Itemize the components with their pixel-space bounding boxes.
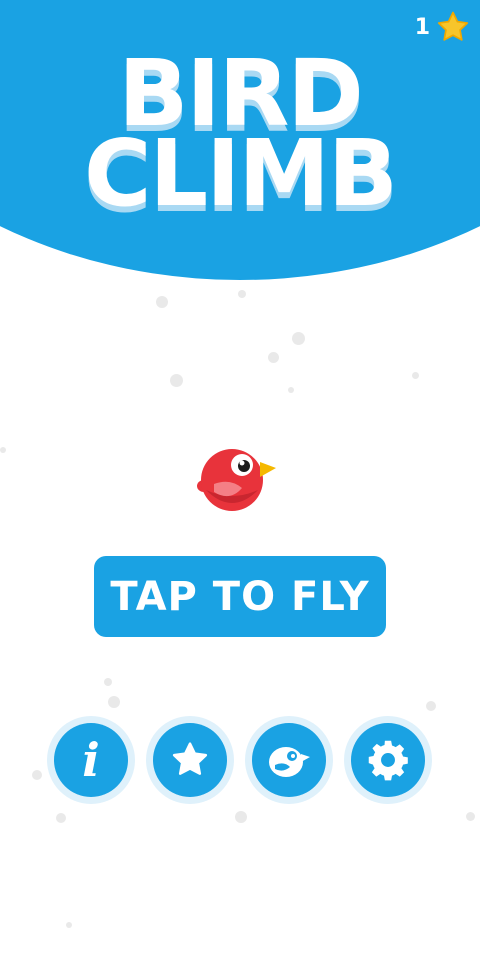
particle: [292, 332, 305, 345]
bird-character-icon: [196, 444, 280, 516]
star-icon: [172, 742, 208, 775]
info-icon: i: [82, 733, 100, 787]
particle: [238, 290, 246, 298]
info-button[interactable]: i: [47, 716, 135, 804]
particle: [412, 372, 419, 379]
game-screen: 1 BIRD CLIMB TAP TO FLY i: [0, 0, 480, 960]
star-icon: [436, 10, 470, 44]
particle: [235, 811, 247, 823]
particle: [426, 701, 436, 711]
star-counter: 1: [415, 10, 470, 44]
particle: [108, 696, 120, 708]
birds-button[interactable]: [245, 716, 333, 804]
bird-icon: [269, 747, 310, 777]
gear-icon: [368, 740, 408, 781]
particle: [56, 813, 66, 823]
particle: [156, 296, 168, 308]
tap-to-fly-button[interactable]: TAP TO FLY: [94, 556, 386, 637]
particle: [268, 352, 279, 363]
settings-button[interactable]: [344, 716, 432, 804]
particle: [466, 812, 475, 821]
particle: [170, 374, 183, 387]
particle: [104, 678, 112, 686]
particle: [288, 387, 294, 393]
star-count: 1: [414, 14, 430, 40]
game-title-line2: CLIMB: [83, 120, 398, 227]
particle: [66, 922, 72, 928]
rate-button[interactable]: [146, 716, 234, 804]
menu-bar: i: [0, 716, 480, 806]
particle: [0, 447, 6, 453]
